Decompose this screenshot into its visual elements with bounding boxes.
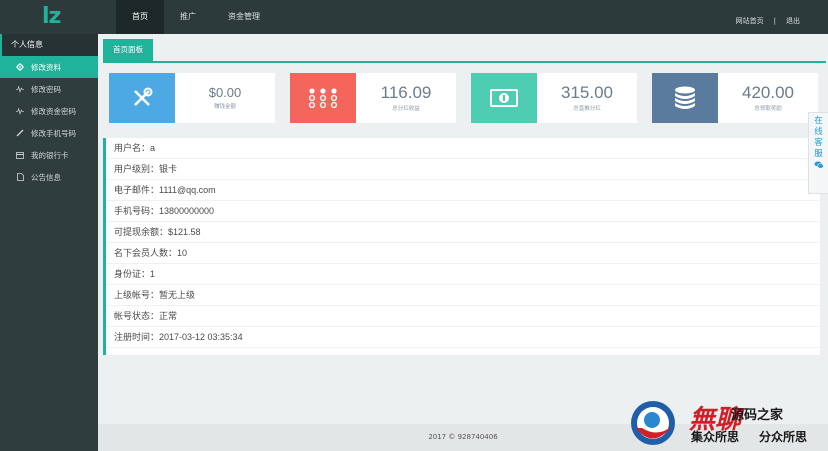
stat-card-direct-dividend: 315.00 总直推分红: [471, 73, 637, 123]
stat-value: $0.00: [208, 85, 242, 100]
banknote-icon: [471, 73, 537, 123]
sidebar-item-label: 修改资金密码: [31, 106, 76, 116]
watermark-text-b: 源码之家: [731, 408, 784, 423]
pulse-icon: [16, 107, 24, 115]
logo-text: lz: [42, 4, 61, 29]
separator: |: [773, 17, 776, 25]
sidebar-item-label: 修改手机号码: [31, 128, 76, 138]
gear-icon: [16, 63, 24, 71]
logout-link[interactable]: 退出: [786, 16, 800, 26]
pulse-icon: [16, 85, 24, 93]
stat-label: 总分红收益: [392, 106, 420, 112]
info-id-card: 身份证：1: [106, 264, 820, 285]
site-home-link[interactable]: 网站首页: [736, 16, 764, 26]
service-char: 服: [814, 149, 823, 159]
stat-value: 315.00: [561, 83, 613, 102]
sidebar-item-label: 修改密码: [31, 84, 61, 94]
sidebar-item-change-phone[interactable]: 修改手机号码: [0, 122, 98, 144]
logo[interactable]: lz: [0, 0, 98, 34]
watermark-emblem-icon: [631, 401, 675, 445]
stat-label: 总直推分红: [573, 106, 601, 112]
tab-bar: 首页面板: [103, 39, 826, 63]
stat-card-earnings: $0.00 赚钱金额: [109, 73, 275, 123]
chat-icon: [814, 161, 824, 171]
sidebar-item-label: 我的银行卡: [31, 150, 69, 160]
sidebar-item-change-password[interactable]: 修改密码: [0, 78, 98, 100]
pencil-icon: [16, 129, 24, 137]
stat-label: 赚钱金额: [213, 104, 236, 110]
info-balance: 可提现余额：$121.58: [106, 222, 820, 243]
top-bar: lz 首页 推广 资金管理 网站首页 | 退出: [0, 0, 828, 34]
stat-label: 总领取奖励: [754, 106, 782, 112]
stat-value: 116.09: [380, 83, 432, 102]
sidebar-item-label: 公告信息: [31, 172, 61, 182]
info-email: 电子邮件：1111@qq.com: [106, 180, 820, 201]
dots-grid-icon: [290, 73, 356, 123]
wrench-screwdriver-icon: [109, 73, 175, 123]
sidebar: 个人信息 修改资料 修改密码 修改资金密码 修改手机号码 我的银行卡 公告信息: [0, 34, 98, 451]
sidebar-item-label: 修改资料: [31, 62, 61, 72]
card-icon: [16, 151, 24, 159]
coins-stack-icon: [652, 73, 718, 123]
main-content: 首页面板 $0.00 赚钱金额 116.09 总分红收益 315.00 总直推分…: [98, 34, 828, 420]
top-nav: 首页 推广 资金管理: [116, 0, 276, 34]
sidebar-item-change-fund-password[interactable]: 修改资金密码: [0, 100, 98, 122]
info-parent-account: 上级帐号：暂无上级: [106, 285, 820, 306]
watermark-logo: 無聊 源码之家 集众所思 分众所思: [625, 395, 825, 451]
watermark-text-d: 分众所思: [759, 430, 808, 444]
info-members: 名下会员人数：10: [106, 243, 820, 264]
nav-promote[interactable]: 推广: [164, 0, 212, 34]
user-info-panel: 用户名：a 用户级别：银卡 电子邮件：1111@qq.com 手机号码：1380…: [103, 138, 820, 355]
nav-home[interactable]: 首页: [116, 0, 164, 34]
tab-dashboard[interactable]: 首页面板: [103, 39, 153, 61]
info-username: 用户名：a: [106, 138, 820, 159]
sidebar-item-edit-profile[interactable]: 修改资料: [0, 56, 98, 78]
info-level: 用户级别：银卡: [106, 159, 820, 180]
service-char: 客: [814, 138, 823, 148]
watermark-text-c: 集众所思: [691, 430, 740, 444]
stat-value: 420.00: [742, 83, 794, 102]
service-char: 线: [814, 127, 823, 137]
info-register-time: 注册时间：2017-03-12 03:35:34: [106, 327, 820, 348]
online-service-tab[interactable]: 在 线 客 服: [808, 112, 828, 194]
info-account-status: 帐号状态：正常: [106, 306, 820, 327]
sidebar-item-bank-card[interactable]: 我的银行卡: [0, 144, 98, 166]
sidebar-item-announcements[interactable]: 公告信息: [0, 166, 98, 188]
nav-funds[interactable]: 资金管理: [212, 0, 276, 34]
stat-card-rewards: 420.00 总领取奖励: [652, 73, 818, 123]
info-phone: 手机号码：13800000000: [106, 201, 820, 222]
sidebar-header[interactable]: 个人信息: [0, 34, 98, 56]
document-icon: [16, 173, 24, 181]
service-char: 在: [814, 116, 823, 126]
stat-card-dividend: 116.09 总分红收益: [290, 73, 456, 123]
